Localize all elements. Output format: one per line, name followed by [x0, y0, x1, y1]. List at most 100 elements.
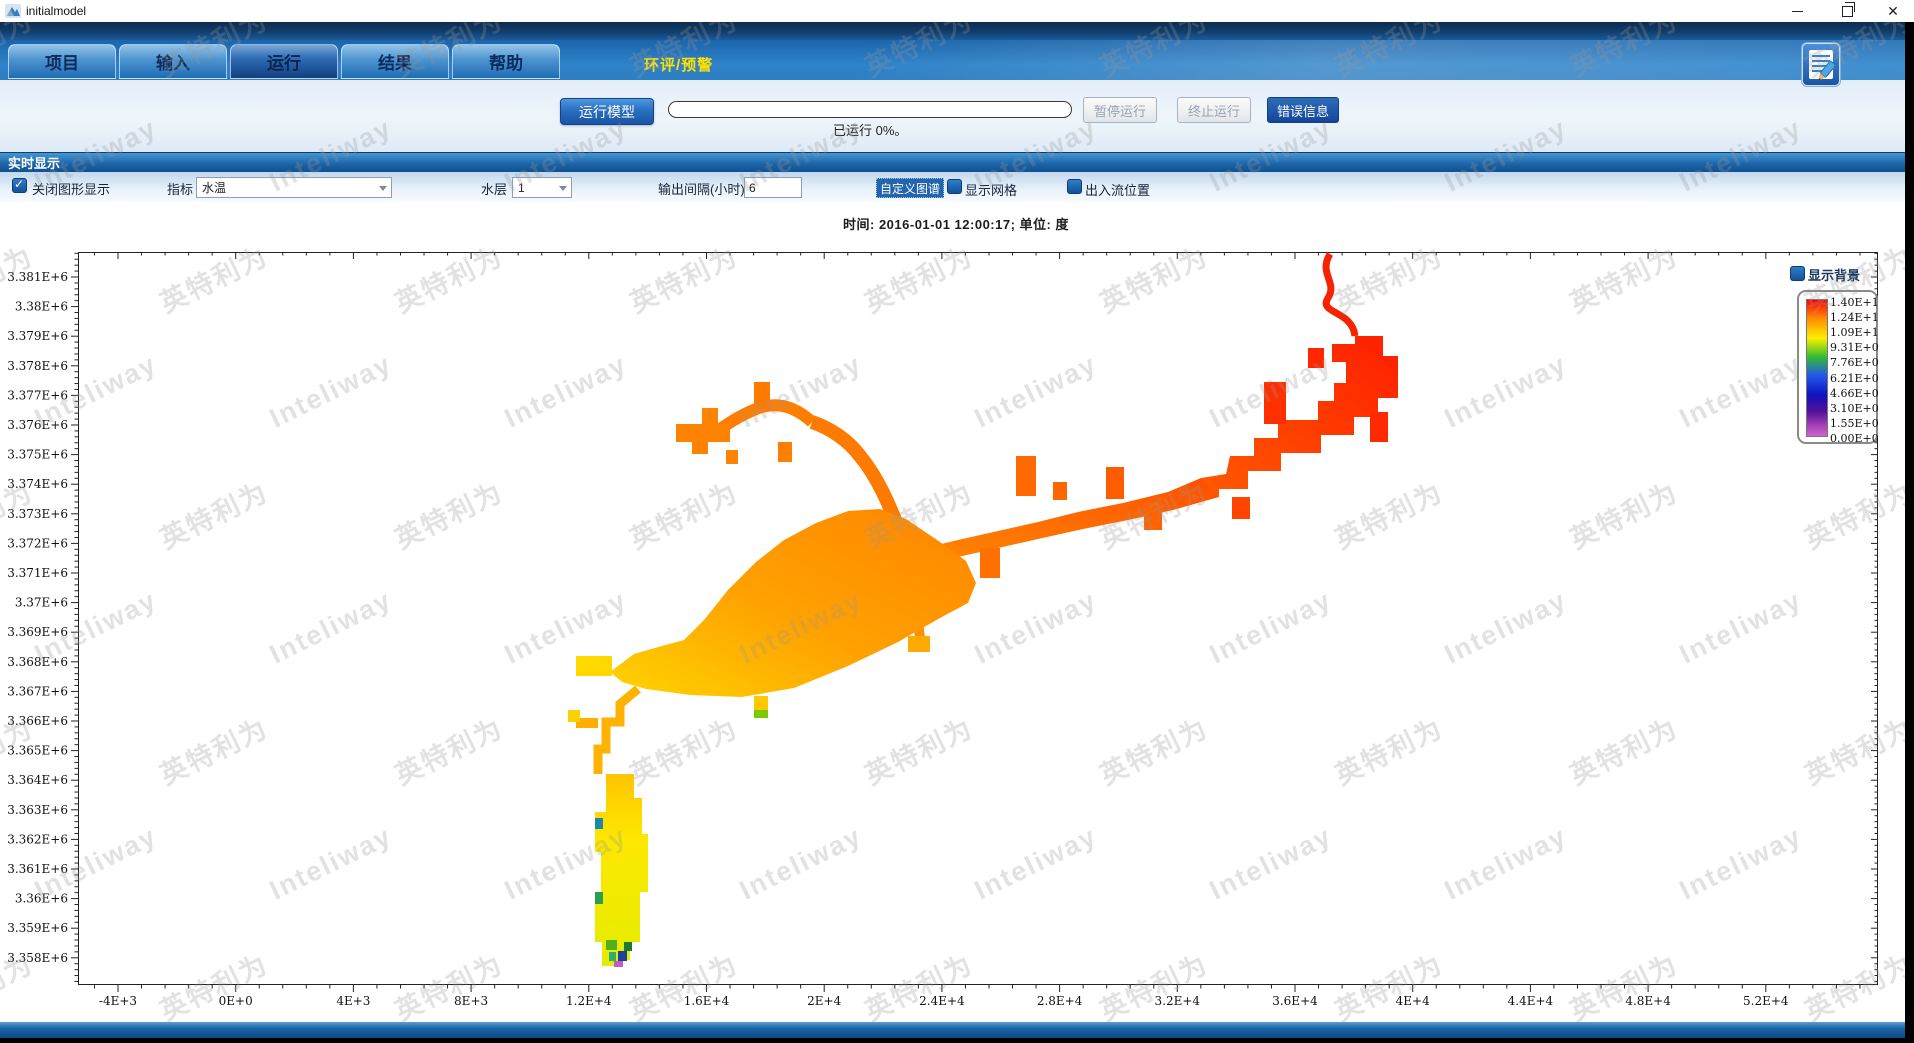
chart-area: 时间: 2016-01-01 12:00:17; 单位: 度: [0, 202, 1905, 1022]
tab-5[interactable]: 帮助: [452, 44, 560, 79]
map-cell: [614, 961, 623, 967]
chevron-down-icon: [379, 186, 387, 191]
map-cell: [1308, 348, 1324, 368]
legend-value: 1.40E+1: [1830, 295, 1879, 310]
legend-value: 0.00E+0: [1830, 431, 1879, 446]
y-tick-label: 3.375E+6: [7, 448, 68, 462]
map-cell: [595, 892, 603, 904]
y-tick-label: 3.369E+6: [7, 625, 68, 639]
y-tick-label: 3.362E+6: [7, 832, 68, 846]
colorbar-gradient: [1806, 299, 1828, 437]
y-tick-label: 3.359E+6: [7, 921, 68, 935]
show-background-label: 显示背景: [1808, 265, 1860, 284]
x-tick-label: 4E+4: [1396, 994, 1430, 1008]
run-model-button[interactable]: 运行模型: [560, 98, 654, 125]
x-tick-label: 2.8E+4: [1037, 994, 1083, 1008]
legend-value: 6.21E+0: [1830, 370, 1879, 385]
x-tick-label: 2.4E+4: [919, 994, 965, 1008]
legend-value: 9.31E+0: [1830, 340, 1879, 355]
run-status-text: 已运行 0%。: [833, 120, 907, 139]
maximize-button[interactable]: [1832, 0, 1862, 22]
map-cell: [609, 952, 616, 961]
y-tick-label: 3.374E+6: [7, 477, 68, 491]
close-icon: ✕: [1887, 4, 1899, 18]
close-graphic-checkbox[interactable]: [12, 178, 27, 193]
stop-run-button[interactable]: 终止运行: [1177, 97, 1251, 123]
y-tick-label: 3.372E+6: [7, 536, 68, 550]
y-tick-label: 3.378E+6: [7, 359, 68, 373]
map-cell: [1106, 467, 1124, 499]
y-tick-label: 3.379E+6: [7, 329, 68, 343]
x-tick-label: 4.4E+4: [1508, 994, 1554, 1008]
y-tick-label: 3.381E+6: [7, 270, 68, 284]
y-tick-label: 3.38E+6: [15, 300, 68, 314]
x-tick-label: 5.2E+4: [1743, 994, 1789, 1008]
minimize-button[interactable]: [1782, 0, 1812, 22]
x-tick-label: -4E+3: [99, 994, 137, 1008]
header-accent-band: [0, 22, 1905, 40]
map-cell: [576, 656, 612, 676]
interval-label: 输出间隔(小时): [658, 179, 745, 198]
map-cell: [568, 710, 580, 722]
y-tick-label: 3.37E+6: [15, 596, 68, 610]
middle-channel: [916, 478, 1219, 567]
southwest-strip: [595, 774, 648, 966]
map-cell: [754, 696, 768, 712]
water-body-map: [568, 254, 1398, 967]
x-tick-label: 1.2E+4: [566, 994, 612, 1008]
tab-2[interactable]: 输入: [119, 44, 227, 79]
interval-input[interactable]: [744, 177, 802, 198]
x-tick-label: 1.6E+4: [684, 994, 730, 1008]
show-grid-checkbox[interactable]: [947, 179, 962, 194]
chevron-down-icon: [559, 186, 567, 191]
tab-4[interactable]: 结果: [341, 44, 449, 79]
y-tick-label: 3.366E+6: [7, 714, 68, 728]
map-cell: [624, 942, 632, 951]
x-tick-label: 8E+3: [454, 994, 488, 1008]
map-cell: [1016, 456, 1036, 496]
map-cell: [595, 818, 603, 829]
legend-value: 4.66E+0: [1830, 386, 1879, 401]
close-button[interactable]: ✕: [1878, 0, 1908, 22]
note-edit-icon[interactable]: [1802, 43, 1840, 86]
show-background-checkbox[interactable]: [1790, 266, 1805, 281]
main-menu-bar: 项目输入运行结果帮助: [0, 40, 1905, 81]
map-cell: [618, 951, 627, 961]
y-tick-label: 3.361E+6: [7, 862, 68, 876]
custom-palette-button[interactable]: 自定义图谱: [876, 178, 944, 198]
tab-1[interactable]: 项目: [8, 44, 116, 79]
map-cell: [1370, 412, 1388, 442]
map-cell: [1264, 382, 1286, 424]
legend-value: 1.09E+1: [1830, 325, 1879, 340]
tab-3[interactable]: 运行: [230, 44, 338, 79]
y-tick-label: 3.373E+6: [7, 507, 68, 521]
y-tick-label: 3.365E+6: [7, 744, 68, 758]
title-bar: initialmodel ✕: [0, 0, 1914, 22]
window-edge-bottom: [0, 1038, 1914, 1043]
y-tick-label: 3.36E+6: [15, 892, 68, 906]
legend-value: 1.24E+1: [1830, 310, 1879, 325]
tab-env-warning[interactable]: 环评/预警: [644, 54, 713, 75]
map-cell: [1144, 502, 1162, 530]
y-tick-label: 3.368E+6: [7, 655, 68, 669]
y-tick-label: 3.367E+6: [7, 684, 68, 698]
layer-select[interactable]: 1: [512, 177, 572, 198]
inout-flow-checkbox[interactable]: [1067, 179, 1082, 194]
x-tick-label: 2E+4: [807, 994, 841, 1008]
y-tick-label: 3.376E+6: [7, 418, 68, 432]
y-tick-label: 3.358E+6: [7, 951, 68, 965]
error-info-button[interactable]: 错误信息: [1267, 97, 1339, 123]
indicator-select[interactable]: 水温: [196, 177, 392, 198]
layer-value: 1: [518, 181, 525, 195]
run-progress-bar: [668, 101, 1072, 118]
map-cell: [1053, 482, 1067, 500]
window-edge-right: [1905, 22, 1914, 1043]
pause-run-button[interactable]: 暂停运行: [1083, 97, 1157, 123]
y-tick-label: 3.364E+6: [7, 773, 68, 787]
x-tick-label: 4E+3: [336, 994, 370, 1008]
run-toolbar: 运行模型 已运行 0%。 暂停运行 终止运行 错误信息: [0, 80, 1905, 152]
heatmap-plot: -4E+30E+04E+38E+31.2E+41.6E+42E+42.4E+42…: [78, 252, 1878, 985]
map-cell: [676, 408, 730, 454]
x-tick-label: 3.2E+4: [1155, 994, 1201, 1008]
y-tick-label: 3.363E+6: [7, 803, 68, 817]
